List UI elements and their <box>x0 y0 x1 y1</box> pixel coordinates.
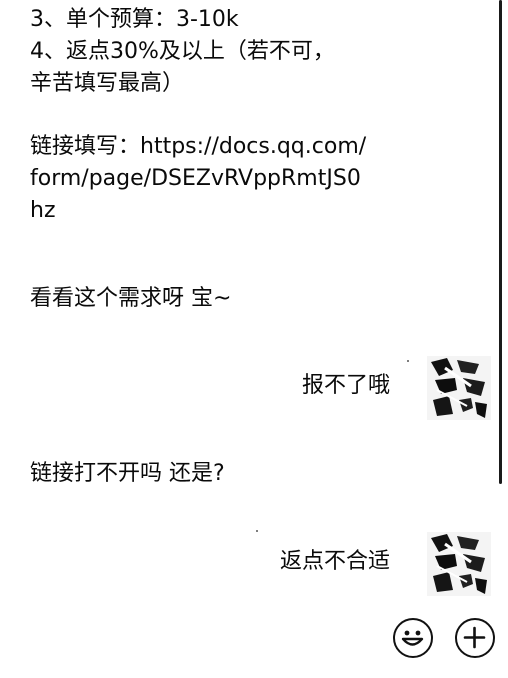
message-bubble: 链接打不开吗 还是? <box>30 458 225 490</box>
message-line: 3、单个预算：3-10k <box>30 7 239 32</box>
message-line: 报不了哦 <box>301 373 390 398</box>
message-line: 4、返点30%及以上（若不可， <box>30 39 335 64</box>
message-line: 辛苦填写最高） <box>30 71 185 96</box>
message-line: 链接打不开吗 还是? <box>30 461 225 486</box>
message-bubble-self: 返点不合适 <box>280 546 390 578</box>
speck-decoration <box>256 530 258 532</box>
message-line: 返点不合适 <box>279 549 390 574</box>
avatar-image <box>427 532 491 596</box>
message-line: hz <box>30 198 56 223</box>
emoji-button[interactable] <box>393 618 433 658</box>
message-bubble: 3、单个预算：3-10k 4、返点30%及以上（若不可， 辛苦填写最高） <box>30 4 335 100</box>
message-bubble-link[interactable]: 链接填写：https://docs.qq.com/ form/page/DSEZ… <box>30 131 366 227</box>
scrollbar[interactable] <box>499 0 502 484</box>
user-avatar[interactable] <box>427 532 491 596</box>
message-line: 链接填写：https://docs.qq.com/ <box>30 134 367 159</box>
plus-circle-icon <box>463 626 486 649</box>
message-bubble-self: 报不了哦 <box>302 370 390 402</box>
message-line: 看看这个需求呀 宝~ <box>30 286 232 311</box>
message-bubble: 看看这个需求呀 宝~ <box>30 283 231 315</box>
speck-decoration <box>407 360 409 362</box>
user-avatar[interactable] <box>427 356 491 420</box>
smiley-icon <box>401 630 424 646</box>
add-button[interactable] <box>455 618 495 658</box>
message-line: form/page/DSEZvRVppRmtJS0 <box>30 166 361 191</box>
avatar-image <box>427 356 491 420</box>
